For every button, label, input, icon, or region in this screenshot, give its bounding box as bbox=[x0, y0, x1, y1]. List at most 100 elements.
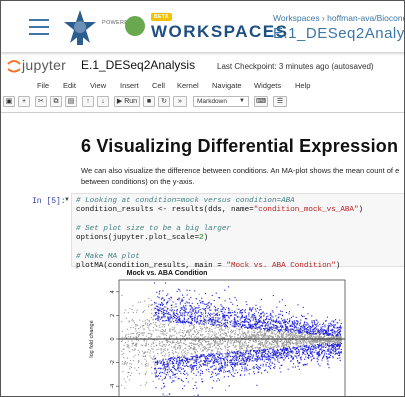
non-significant-point bbox=[198, 332, 200, 334]
breadcrumb[interactable]: Workspaces › hoffman-ava/Biocond bbox=[273, 13, 404, 23]
significant-point bbox=[283, 355, 285, 357]
significant-point bbox=[179, 360, 181, 362]
menu-insert[interactable]: Insert bbox=[120, 81, 139, 90]
non-significant-point bbox=[156, 339, 158, 341]
significant-point bbox=[310, 352, 312, 354]
non-significant-point bbox=[236, 340, 238, 342]
non-significant-point bbox=[243, 350, 245, 352]
significant-point bbox=[228, 307, 230, 309]
significant-point bbox=[197, 307, 199, 309]
move-up-icon[interactable]: ↑ bbox=[82, 96, 94, 107]
non-significant-point bbox=[188, 337, 190, 339]
significant-point bbox=[239, 319, 241, 321]
significant-point bbox=[303, 346, 305, 348]
menu-help[interactable]: Help bbox=[295, 81, 310, 90]
non-significant-point bbox=[179, 329, 181, 331]
non-significant-point bbox=[276, 333, 278, 335]
significant-point bbox=[233, 314, 235, 316]
significant-point bbox=[172, 373, 174, 375]
significant-point bbox=[274, 359, 276, 361]
non-significant-point bbox=[298, 341, 300, 343]
stop-icon[interactable]: ■ bbox=[143, 96, 155, 107]
collapse-caret-icon[interactable]: ▼ bbox=[64, 197, 70, 203]
significant-point bbox=[270, 323, 272, 325]
cell-type-select[interactable]: Markdown ▼ bbox=[193, 96, 249, 107]
non-significant-point bbox=[228, 349, 230, 351]
significant-point bbox=[165, 363, 167, 365]
significant-point bbox=[264, 329, 266, 331]
significant-point bbox=[162, 303, 164, 305]
non-significant-point bbox=[220, 328, 222, 330]
insert-cell-icon[interactable]: + bbox=[18, 96, 30, 107]
keyboard-icon[interactable]: ⌨ bbox=[254, 96, 268, 107]
menu-kernel[interactable]: Kernel bbox=[177, 81, 199, 90]
menu-widgets[interactable]: Widgets bbox=[254, 81, 281, 90]
menu-view[interactable]: View bbox=[90, 81, 106, 90]
significant-point bbox=[208, 355, 210, 357]
non-significant-point bbox=[225, 340, 227, 342]
significant-point bbox=[168, 393, 170, 395]
non-significant-point bbox=[341, 339, 343, 341]
significant-point bbox=[271, 326, 273, 328]
non-significant-point bbox=[206, 350, 208, 352]
non-significant-point bbox=[137, 324, 139, 326]
non-significant-point bbox=[140, 384, 142, 386]
significant-point bbox=[291, 317, 293, 319]
non-significant-point bbox=[234, 336, 236, 338]
non-significant-point bbox=[233, 344, 235, 346]
non-significant-point bbox=[138, 361, 140, 363]
significant-point bbox=[196, 312, 198, 314]
non-significant-point bbox=[130, 327, 132, 329]
significant-point bbox=[222, 314, 224, 316]
non-significant-point bbox=[302, 344, 304, 346]
non-significant-point bbox=[133, 336, 135, 338]
menu-edit[interactable]: Edit bbox=[63, 81, 76, 90]
cut-icon[interactable]: ✂ bbox=[35, 96, 47, 107]
fast-forward-icon[interactable]: » bbox=[173, 96, 187, 107]
significant-point bbox=[290, 350, 292, 352]
menu-navigate[interactable]: Navigate bbox=[212, 81, 242, 90]
non-significant-point bbox=[254, 347, 256, 349]
significant-point bbox=[219, 324, 221, 326]
significant-point bbox=[183, 372, 185, 374]
significant-point bbox=[303, 350, 305, 352]
significant-point bbox=[228, 354, 230, 356]
notebook-title[interactable]: E.1_DESeq2Analysis bbox=[81, 58, 195, 72]
significant-point bbox=[258, 320, 260, 322]
significant-point bbox=[198, 323, 200, 325]
toc-icon[interactable]: ☰ bbox=[273, 96, 287, 107]
significant-point bbox=[182, 364, 184, 366]
significant-point bbox=[200, 354, 202, 356]
restart-icon[interactable]: ↻ bbox=[158, 96, 170, 107]
code-comment-line: # Make MA plot bbox=[76, 252, 140, 261]
significant-point bbox=[194, 361, 196, 363]
paste-icon[interactable]: ▤ bbox=[65, 96, 77, 107]
nih-logo-icon[interactable] bbox=[63, 9, 97, 47]
significant-point bbox=[223, 371, 225, 373]
non-significant-point bbox=[176, 323, 178, 325]
significant-point bbox=[280, 324, 282, 326]
menu-file[interactable]: File bbox=[37, 81, 49, 90]
significant-point bbox=[326, 331, 328, 333]
significant-point bbox=[234, 351, 236, 353]
move-down-icon[interactable]: ↓ bbox=[97, 96, 109, 107]
significant-point bbox=[265, 323, 267, 325]
menu-cell[interactable]: Cell bbox=[152, 81, 165, 90]
copy-icon[interactable]: ⧉ bbox=[50, 96, 62, 107]
non-significant-point bbox=[190, 335, 192, 337]
significant-point bbox=[176, 372, 178, 374]
significant-point bbox=[263, 360, 265, 362]
non-significant-point bbox=[248, 349, 250, 351]
product-name[interactable]: WORKSPACES bbox=[151, 22, 288, 42]
jupyter-wordmark[interactable]: jupyter bbox=[22, 57, 66, 73]
significant-point bbox=[334, 347, 336, 349]
save-icon[interactable]: ▣ bbox=[3, 96, 15, 107]
run-button[interactable]: ▶ Run bbox=[114, 96, 140, 107]
jupyter-logo-icon[interactable] bbox=[7, 59, 21, 73]
hamburger-menu-icon[interactable] bbox=[29, 19, 49, 35]
significant-point bbox=[333, 321, 335, 323]
significant-point bbox=[258, 326, 260, 328]
code-editor[interactable]: # Looking at condition=mock versus condi… bbox=[76, 197, 363, 271]
non-significant-point bbox=[162, 323, 164, 325]
significant-point bbox=[227, 365, 229, 367]
